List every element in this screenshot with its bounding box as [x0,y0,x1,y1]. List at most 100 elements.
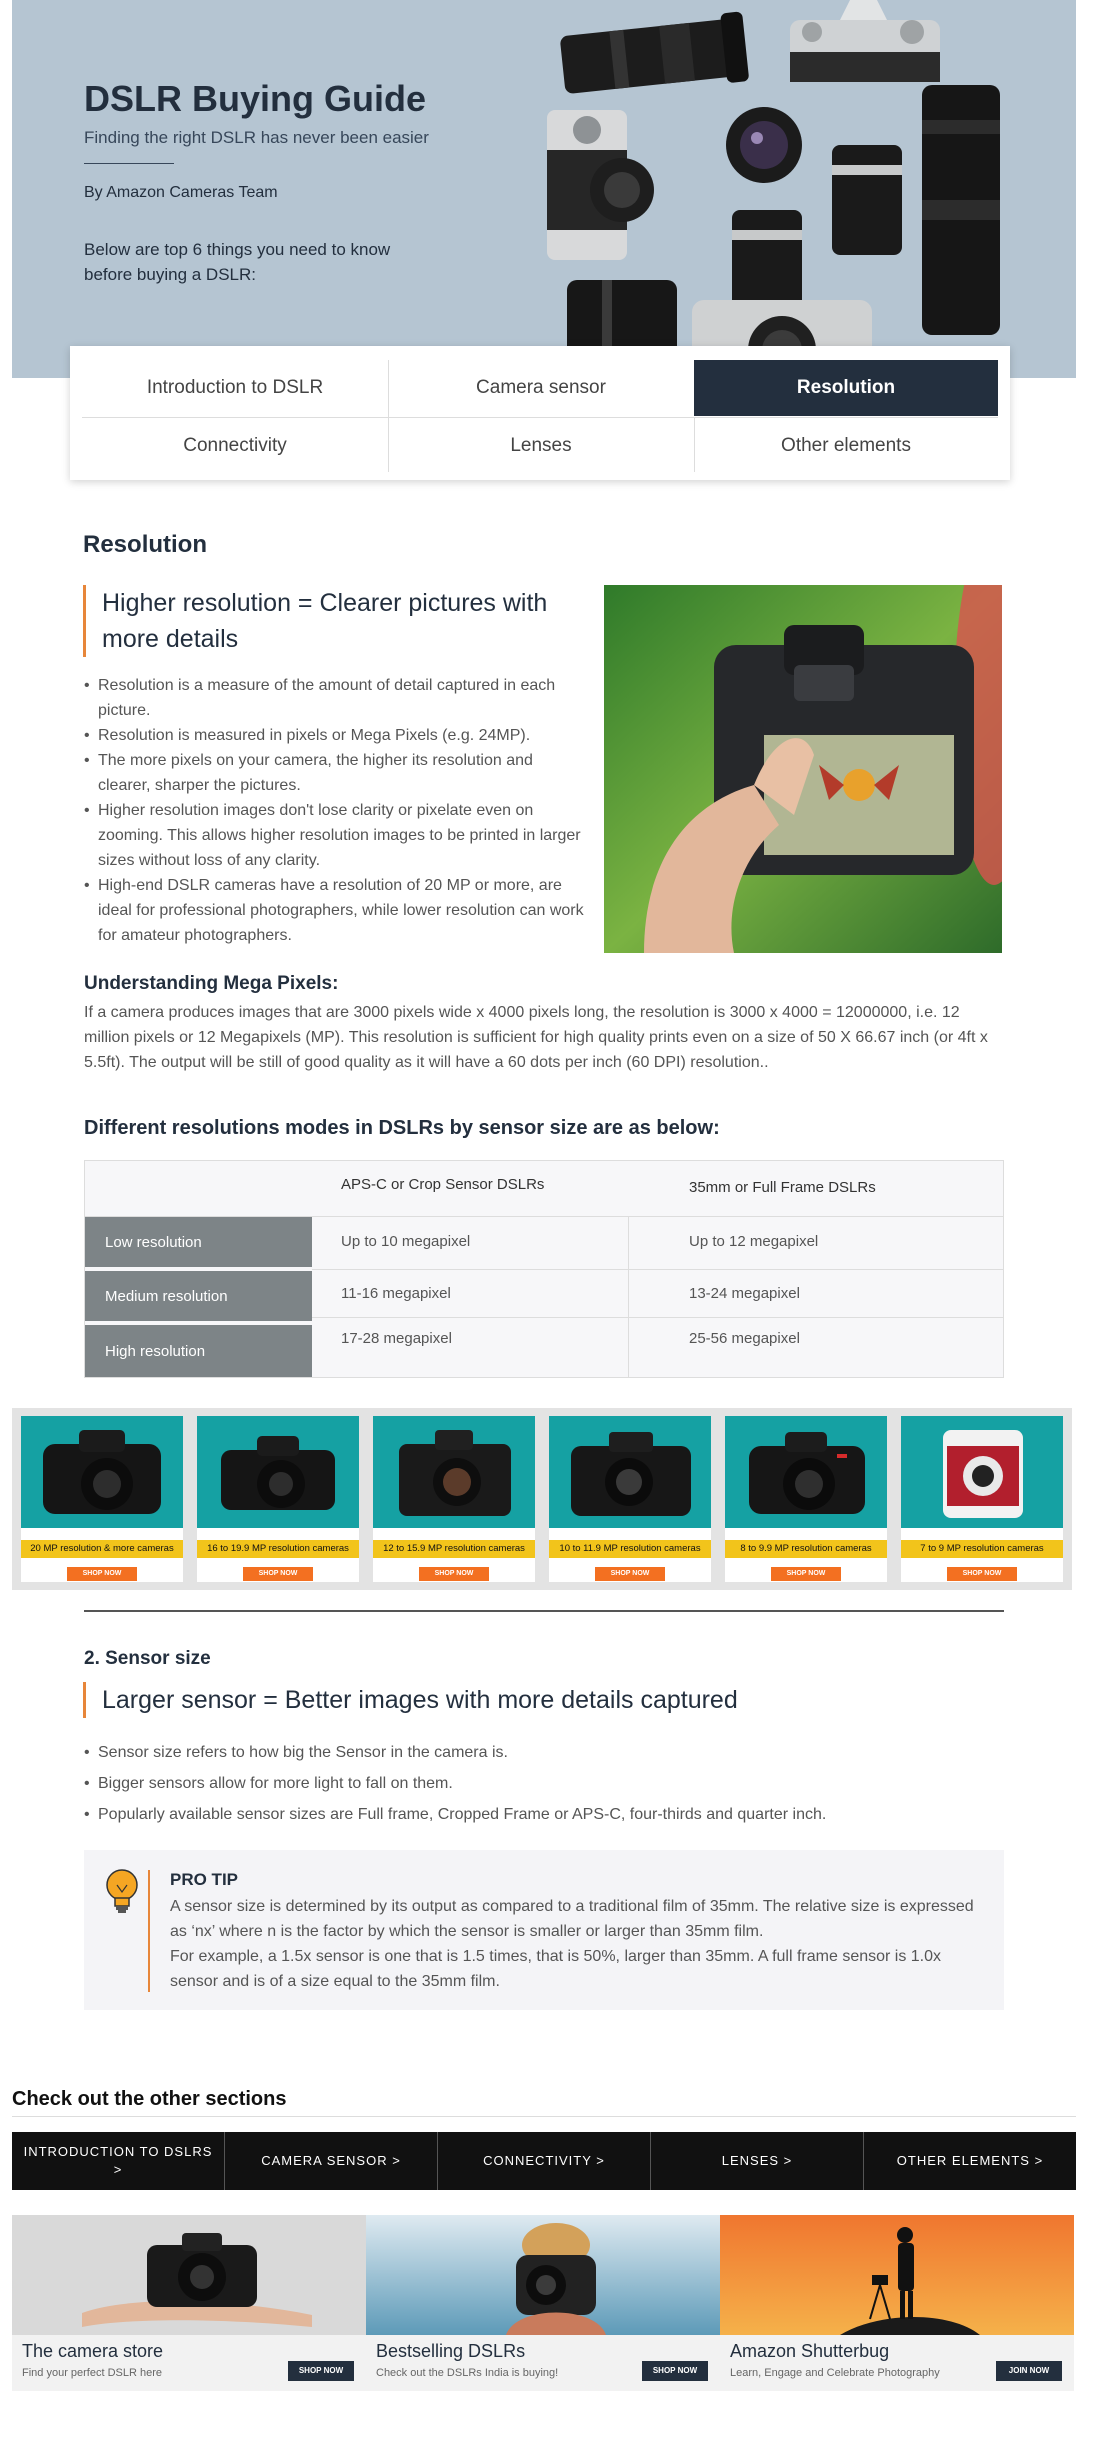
lightbulb-icon [106,1869,138,1913]
megapixels-heading: Understanding Mega Pixels: [84,973,339,994]
shop-now-button[interactable]: SHOP NOW [771,1567,841,1581]
product-card[interactable]: 16 to 19.9 MP resolution cameras SHOP NO… [197,1416,359,1582]
other-sections-nav: INTRODUCTION TO DSLRS > CAMERA SENSOR > … [12,2132,1076,2190]
nav-link-introduction[interactable]: INTRODUCTION TO DSLRS > [12,2132,225,2190]
product-banner: 16 to 19.9 MP resolution cameras [197,1540,359,1558]
hero-author: By Amazon Cameras Team [84,184,278,201]
shop-now-button[interactable]: SHOP NOW [288,2361,354,2381]
product-card[interactable]: 12 to 15.9 MP resolution cameras SHOP NO… [373,1416,535,1582]
promo-footer: Amazon Shutterbug Learn, Engage and Cele… [720,2335,1074,2391]
shop-now-button[interactable]: SHOP NOW [243,1567,313,1581]
product-banner: 7 to 9 MP resolution cameras [901,1540,1063,1558]
list-item: Resolution is measured in pixels or Mega… [84,723,584,748]
table-row-label: Low resolution [85,1217,312,1267]
promo-title: The camera store [22,2341,164,2361]
resolution-table-title: Different resolutions modes in DSLRs by … [84,1117,720,1139]
table-cell: 11-16 megapixel [341,1285,451,1302]
table-divider [312,1317,1003,1318]
resolution-table: APS-C or Crop Sensor DSLRs 35mm or Full … [84,1160,1004,1378]
camera-on-hand-image [12,2215,366,2335]
product-banner: 8 to 9.9 MP resolution cameras [725,1540,887,1558]
product-card[interactable]: 7 to 9 MP resolution cameras SHOP NOW [901,1416,1063,1582]
section-heading-resolution: Resolution [83,531,207,558]
tabs-divider [388,360,389,472]
tab-introduction[interactable]: Introduction to DSLR [82,360,388,416]
pro-tip-box: PRO TIP A sensor size is determined by i… [84,1850,1004,2010]
sensor-bullets: Sensor size refers to how big the Sensor… [84,1737,984,1830]
promo-title: Amazon Shutterbug [730,2341,890,2361]
product-banner: 12 to 15.9 MP resolution cameras [373,1540,535,1558]
promo-title: Bestselling DSLRs [376,2341,526,2361]
product-card[interactable]: 20 MP resolution & more cameras SHOP NOW [21,1416,183,1582]
list-item: High-end DSLR cameras have a resolution … [84,873,584,948]
promo-card-bestselling[interactable]: Bestselling DSLRs Check out the DSLRs In… [366,2215,720,2391]
nav-link-other-elements[interactable]: OTHER ELEMENTS > [864,2132,1076,2190]
product-strip: 20 MP resolution & more cameras SHOP NOW… [12,1408,1072,1590]
resolution-callout: Higher resolution = Clearer pictures wit… [83,585,583,657]
photographer-image [366,2215,720,2335]
shop-now-button[interactable]: SHOP NOW [595,1567,665,1581]
resolution-bullets: Resolution is a measure of the amount of… [84,673,584,948]
nav-link-lenses[interactable]: LENSES > [651,2132,864,2190]
nav-link-connectivity[interactable]: CONNECTIVITY > [438,2132,651,2190]
shop-now-button[interactable]: SHOP NOW [67,1567,137,1581]
camera-gear-photo [542,0,1076,378]
section-tabs: Introduction to DSLR Camera sensor Resol… [70,346,1010,480]
list-item: The more pixels on your camera, the high… [84,748,584,798]
promo-footer: The camera store Find your perfect DSLR … [12,2335,366,2391]
promo-subtitle: Learn, Engage and Celebrate Photography [730,2367,940,2379]
promo-card-shutterbug[interactable]: Amazon Shutterbug Learn, Engage and Cele… [720,2215,1074,2391]
sunset-photographer-image [720,2215,1074,2335]
table-header: APS-C or Crop Sensor DSLRs [341,1176,545,1193]
camera-in-hand-photo [604,585,1002,953]
section-heading-sensor: 2. Sensor size [84,1648,211,1669]
shop-now-button[interactable]: SHOP NOW [419,1567,489,1581]
tabs-divider [82,417,998,418]
hero-intro: Below are top 6 things you need to know … [84,240,391,284]
tab-other-elements[interactable]: Other elements [694,418,998,474]
nav-link-camera-sensor[interactable]: CAMERA SENSOR > [225,2132,438,2190]
tab-lenses[interactable]: Lenses [388,418,694,474]
table-cell: 17-28 megapixel [341,1330,452,1347]
tabs-divider [694,418,695,472]
sensor-callout: Larger sensor = Better images with more … [83,1682,983,1718]
pro-tip-paragraph: For example, a 1.5x sensor is one that i… [170,1948,942,1990]
join-now-button[interactable]: JOIN NOW [996,2361,1062,2381]
pro-tip-accent [148,1870,150,1992]
table-cell: Up to 12 megapixel [689,1233,819,1250]
hero-divider [84,163,174,164]
promo-subtitle: Find your perfect DSLR here [22,2367,163,2379]
camera-image [725,1416,887,1528]
list-item: Popularly available sensor sizes are Ful… [84,1799,984,1830]
shop-now-button[interactable]: SHOP NOW [947,1567,1017,1581]
table-cell: 25-56 megapixel [689,1330,800,1347]
tab-camera-sensor[interactable]: Camera sensor [388,360,694,416]
list-item: Resolution is a measure of the amount of… [84,673,584,723]
checkout-divider [12,2116,1076,2117]
tab-resolution[interactable]: Resolution [694,360,998,416]
list-item: Higher resolution images don't lose clar… [84,798,584,873]
table-cell: 13-24 megapixel [689,1285,800,1302]
promo-subtitle: Check out the DSLRs India is buying! [376,2367,559,2379]
megapixels-text: If a camera produces images that are 300… [84,1004,988,1071]
pro-tip-paragraph: A sensor size is determined by its outpu… [170,1898,974,1940]
tab-connectivity[interactable]: Connectivity [82,418,388,474]
product-card[interactable]: 8 to 9.9 MP resolution cameras SHOP NOW [725,1416,887,1582]
camera-image [197,1416,359,1528]
product-banner: 20 MP resolution & more cameras [21,1540,183,1558]
pro-tip-text: A sensor size is determined by its outpu… [170,1894,980,1994]
hero-banner: DSLR Buying Guide Finding the right DSLR… [12,0,1076,378]
camera-image [549,1416,711,1528]
table-header: 35mm or Full Frame DSLRs [689,1179,876,1196]
shop-now-button[interactable]: SHOP NOW [642,2361,708,2381]
camera-image [373,1416,535,1528]
list-item: Bigger sensors allow for more light to f… [84,1768,984,1799]
table-cell: Up to 10 megapixel [341,1233,471,1250]
table-row-label: High resolution [85,1325,312,1377]
list-item: Sensor size refers to how big the Sensor… [84,1737,984,1768]
product-card[interactable]: 10 to 11.9 MP resolution cameras SHOP NO… [549,1416,711,1582]
page-title: DSLR Buying Guide [84,78,426,119]
hero-subtitle: Finding the right DSLR has never been ea… [84,128,429,147]
promo-card-camera-store[interactable]: The camera store Find your perfect DSLR … [12,2215,366,2391]
table-row-label: Medium resolution [85,1271,312,1321]
